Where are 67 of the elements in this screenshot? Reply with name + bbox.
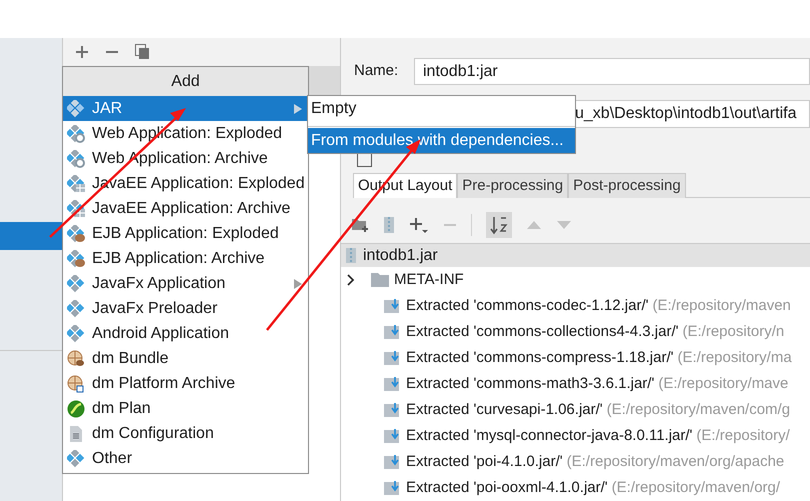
extract-icon [384,376,401,392]
submenu-item[interactable]: From modules with dependencies... [308,128,575,153]
module-icon [67,274,86,292]
menu-item[interactable]: JavaFx Preloader [63,296,308,321]
module-icon [67,300,86,318]
extract-icon [384,402,401,418]
add-icon[interactable] [75,45,89,59]
module-bean-icon [67,250,86,268]
extract-icon [384,480,401,496]
folder-add-icon[interactable] [351,217,369,233]
entry-path: (E:/repository/ma [677,348,792,368]
sort-icon[interactable] [486,212,512,238]
module-icon [67,100,86,118]
name-label: Name: [354,61,400,82]
module-bean-icon [67,224,86,242]
menu-item[interactable]: dm Platform Archive [63,371,308,396]
entry-path: (E:/repository/maven/com/g [606,400,790,420]
move-down-icon [556,220,572,230]
entry-name: Extracted 'curvesapi-1.06.jar/' [406,400,603,420]
extract-icon [384,454,401,470]
expand-chevron-icon[interactable] [347,274,355,286]
tab[interactable]: Post-processing [568,173,686,198]
menu-item[interactable]: dm Bundle [63,346,308,371]
menu-item[interactable]: JavaEE Application: Archive [63,196,308,221]
extract-icon [384,350,401,366]
menu-item[interactable]: JavaFx Application [63,271,308,296]
entry-name: Extracted 'poi-4.1.0.jar/' [406,452,563,472]
entry-path: (E:/repository/maven/org/apache [566,452,784,472]
entry-name: META-INF [394,270,464,290]
entry-name: Extracted 'commons-math3-3.6.1.jar/' [406,374,654,394]
sphere-icon [67,400,86,418]
menu-item[interactable]: JAR [63,96,308,121]
entry-path: (E:/repository/ [696,426,790,446]
globe-bean-icon [67,350,86,368]
entry-path: (E:/repository/maven [652,296,791,316]
menu-item[interactable]: dm Plan [63,396,308,421]
entry-path: (E:/repository/n [682,322,784,342]
extract-icon [384,428,401,444]
entry-path: (E:/repository/maven/org/ [612,478,780,498]
module-grid-icon [67,200,86,218]
entry-name: Extracted 'commons-codec-1.12.jar/' [406,296,648,316]
globe-lock-icon [67,374,86,392]
menu-item[interactable]: EJB Application: Exploded [63,221,308,246]
menu-title: Add [63,67,308,96]
entry-name: Extracted 'commons-compress-1.18.jar/' [406,348,674,368]
module-icon [67,450,86,468]
archive-icon [345,247,357,264]
module-icon [67,324,86,342]
add-dropdown-icon[interactable] [409,216,429,234]
name-field[interactable]: intodb1:jar [414,58,810,85]
entry-name: Extracted 'mysql-connector-java-8.0.11.jar/' [406,426,692,446]
entry-name: Extracted 'commons-collections4-4.3.jar/' [406,322,678,342]
extract-icon [384,298,401,314]
move-up-icon [526,220,542,230]
menu-item[interactable]: dm Configuration [63,421,308,446]
module-grid-icon [67,174,86,192]
tab[interactable]: Pre-processing [457,173,568,198]
entry-name: Extracted 'poi-ooxml-4.1.0.jar/' [406,478,608,498]
copy-icon[interactable] [135,44,150,60]
extract-icon [384,324,401,340]
menu-item[interactable]: EJB Application: Archive [63,246,308,271]
folder-icon [371,273,389,287]
menu-item[interactable]: Android Application [63,321,308,346]
root-name: intodb1.jar [363,246,438,266]
entry-path: (E:/repository/mave [658,374,788,394]
root-row[interactable]: intodb1.jar [341,244,810,267]
menu-item[interactable]: Other [63,446,308,471]
